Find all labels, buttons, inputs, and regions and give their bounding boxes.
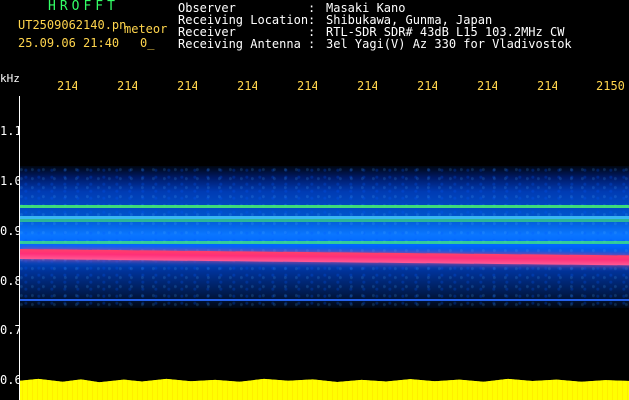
timestamp: 25.09.06 21:40 — [18, 36, 120, 50]
logo: HROFFT — [48, 0, 119, 14]
time-tick-3: 2143 — [177, 79, 197, 93]
file-suffix: 0_ — [140, 36, 155, 50]
antenna-value: 3el Yagi(V) Az 330 for Vladivostok — [326, 37, 572, 51]
noise-band — [20, 166, 629, 308]
time-tick-5: 2145 — [297, 79, 317, 93]
meteor-label: meteor — [124, 22, 168, 36]
green-signal-line — [20, 205, 629, 208]
spectrum-floor — [20, 378, 629, 400]
time-tick-8: 2148 — [477, 79, 497, 93]
cyan-signal-line — [20, 216, 629, 219]
antenna-separator: : — [308, 37, 316, 51]
upper-green-signal-line — [20, 219, 629, 222]
time-tick-1: 2141 — [57, 79, 77, 93]
time-tick-10: 2150 — [596, 79, 625, 93]
time-tick-6: 2146 — [357, 79, 377, 93]
low-frequency-blue-line — [20, 299, 629, 301]
observation-header: Observer : Masaki Kano Receiving Locatio… — [178, 2, 572, 50]
antenna-row: Receiving Antenna : 3el Yagi(V) Az 330 f… — [178, 38, 572, 50]
time-tick-2: 2142 — [117, 79, 137, 93]
antenna-label: Receiving Antenna — [178, 37, 301, 51]
spectrogram-plot — [19, 96, 629, 400]
file-name: UT2509062140.pn — [18, 18, 127, 32]
spectrogram-screen: HROFFT UT2509062140.pn meteor 25.09.06 2… — [0, 0, 629, 400]
time-tick-9: 2149 — [537, 79, 557, 93]
time-tick-7: 2147 — [417, 79, 437, 93]
time-tick-4: 2144 — [237, 79, 257, 93]
middle-green-signal-line — [20, 241, 629, 244]
frequency-unit: kHz — [0, 72, 20, 85]
